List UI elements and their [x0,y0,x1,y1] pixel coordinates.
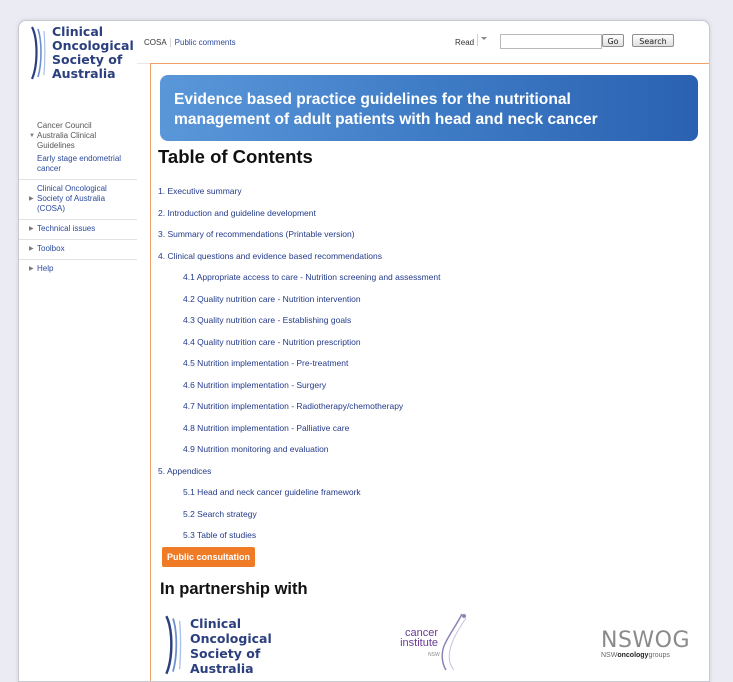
cancer-institute-logo-text: cancer institute [400,627,438,649]
nswog-logo-text: NSWOG [601,628,691,653]
browser-window: Clinical Oncological Society of Australi… [18,20,710,682]
sidebar-item-label: Help [37,264,54,273]
partnership-heading: In partnership with [160,580,308,598]
nav-section-toolbox: ▶ Toolbox [19,239,137,259]
sidebar-item-technical-issues[interactable]: ▶ Technical issues [29,224,137,234]
sidebar-item-cosa[interactable]: ▶ Clinical Oncological Society of Austra… [29,184,137,214]
toc-link-4-6[interactable]: 4.6 Nutrition implementation - Surgery [158,380,441,402]
chevron-down-icon[interactable] [477,33,491,47]
triangle-down-icon: ▼ [29,133,35,139]
top-toolbar: COSA Public comments Read Go Search [137,21,709,64]
partner-logo-nswog[interactable]: NSWOG NSWoncologygroups [601,630,701,670]
breadcrumb-cosa[interactable]: COSA [144,38,171,47]
main-content: Evidence based practice guidelines for t… [150,63,709,681]
breadcrumb: COSA Public comments [144,38,236,47]
cosa-logo-mark-icon [165,615,182,675]
cosa-logo-mark-icon [30,26,46,80]
page-title-banner: Evidence based practice guidelines for t… [160,75,698,141]
toc-heading: Table of Contents [158,146,313,167]
sidebar-item-label: Toolbox [37,244,65,253]
sidebar-nav: Cancer Council Australia Clinical Guidel… [19,121,137,279]
search-input[interactable] [500,34,602,49]
breadcrumb-public-comments[interactable]: Public comments [171,38,236,47]
triangle-right-icon: ▶ [29,226,34,232]
toc-link-4-7[interactable]: 4.7 Nutrition implementation - Radiother… [158,401,441,423]
left-sidebar: Clinical Oncological Society of Australi… [19,21,137,681]
sidebar-item-cancer-council-guidelines[interactable]: ▼ Cancer Council Australia Clinical Guid… [29,121,137,151]
toc-link-executive-summary[interactable]: 1. Executive summary [158,186,441,208]
triangle-right-icon: ▶ [29,196,34,202]
toc-link-4-1[interactable]: 4.1 Appropriate access to care - Nutriti… [158,272,441,294]
toc-link-clinical-questions[interactable]: 4. Clinical questions and evidence based… [158,251,441,273]
partner-logo-cosa[interactable]: Clinical Oncological Society of Australi… [163,614,273,678]
toc-link-4-4[interactable]: 4.4 Quality nutrition care - Nutrition p… [158,337,441,359]
toc-link-4-2[interactable]: 4.2 Quality nutrition care - Nutrition i… [158,294,441,316]
sidebar-item-label: Technical issues [37,224,96,233]
cancer-institute-figure-icon [441,613,467,671]
cosa-partner-logo-text: Clinical Oncological Society of Australi… [190,616,272,676]
toc-link-5-2[interactable]: 5.2 Search strategy [158,509,441,531]
sidebar-item-label: Clinical Oncological Society of Australi… [37,184,107,213]
nav-section-technical: ▶ Technical issues [19,219,137,239]
nav-section-help: ▶ Help [19,259,137,279]
banner-line: management of adult patients with head a… [174,111,598,128]
toc-link-5-1[interactable]: 5.1 Head and neck cancer guideline frame… [158,487,441,509]
toc-list: 1. Executive summary 2. Introduction and… [158,186,441,552]
sidebar-item-toolbox[interactable]: ▶ Toolbox [29,244,137,254]
toc-link-summary-recommendations[interactable]: 3. Summary of recommendations (Printable… [158,229,441,251]
nswog-logo-subtext: NSWoncologygroups [601,652,670,659]
cosa-logo[interactable]: Clinical Oncological Society of Australi… [29,25,139,85]
toc-link-4-8[interactable]: 4.8 Nutrition implementation - Palliativ… [158,423,441,445]
public-consultation-button[interactable]: Public consultation [162,547,256,567]
toc-link-4-9[interactable]: 4.9 Nutrition monitoring and evaluation [158,444,441,466]
search-button[interactable]: Search [632,34,674,47]
triangle-right-icon: ▶ [29,266,34,272]
partner-logo-cancer-institute[interactable]: cancer institute NSW [384,612,484,674]
nav-section-cosa: ▶ Clinical Oncological Society of Austra… [19,179,137,219]
sidebar-item-label: Cancer Council Australia Clinical Guidel… [37,121,97,150]
read-tab[interactable]: Read [455,38,474,47]
toc-link-appendices[interactable]: 5. Appendices [158,466,441,488]
toc-link-4-3[interactable]: 4.3 Quality nutrition care - Establishin… [158,315,441,337]
sidebar-item-endometrial[interactable]: Early stage endometrial cancer [29,151,137,174]
banner-line: Evidence based practice guidelines for t… [174,91,571,108]
cosa-logo-text: Clinical Oncological Society of Australi… [52,24,134,81]
nav-section-cancer-council: Cancer Council Australia Clinical Guidel… [19,121,137,179]
go-button[interactable]: Go [602,34,624,47]
sidebar-item-help[interactable]: ▶ Help [29,264,137,274]
toc-link-introduction[interactable]: 2. Introduction and guideline developmen… [158,208,441,230]
triangle-right-icon: ▶ [29,246,34,252]
toc-link-4-5[interactable]: 4.5 Nutrition implementation - Pre-treat… [158,358,441,380]
